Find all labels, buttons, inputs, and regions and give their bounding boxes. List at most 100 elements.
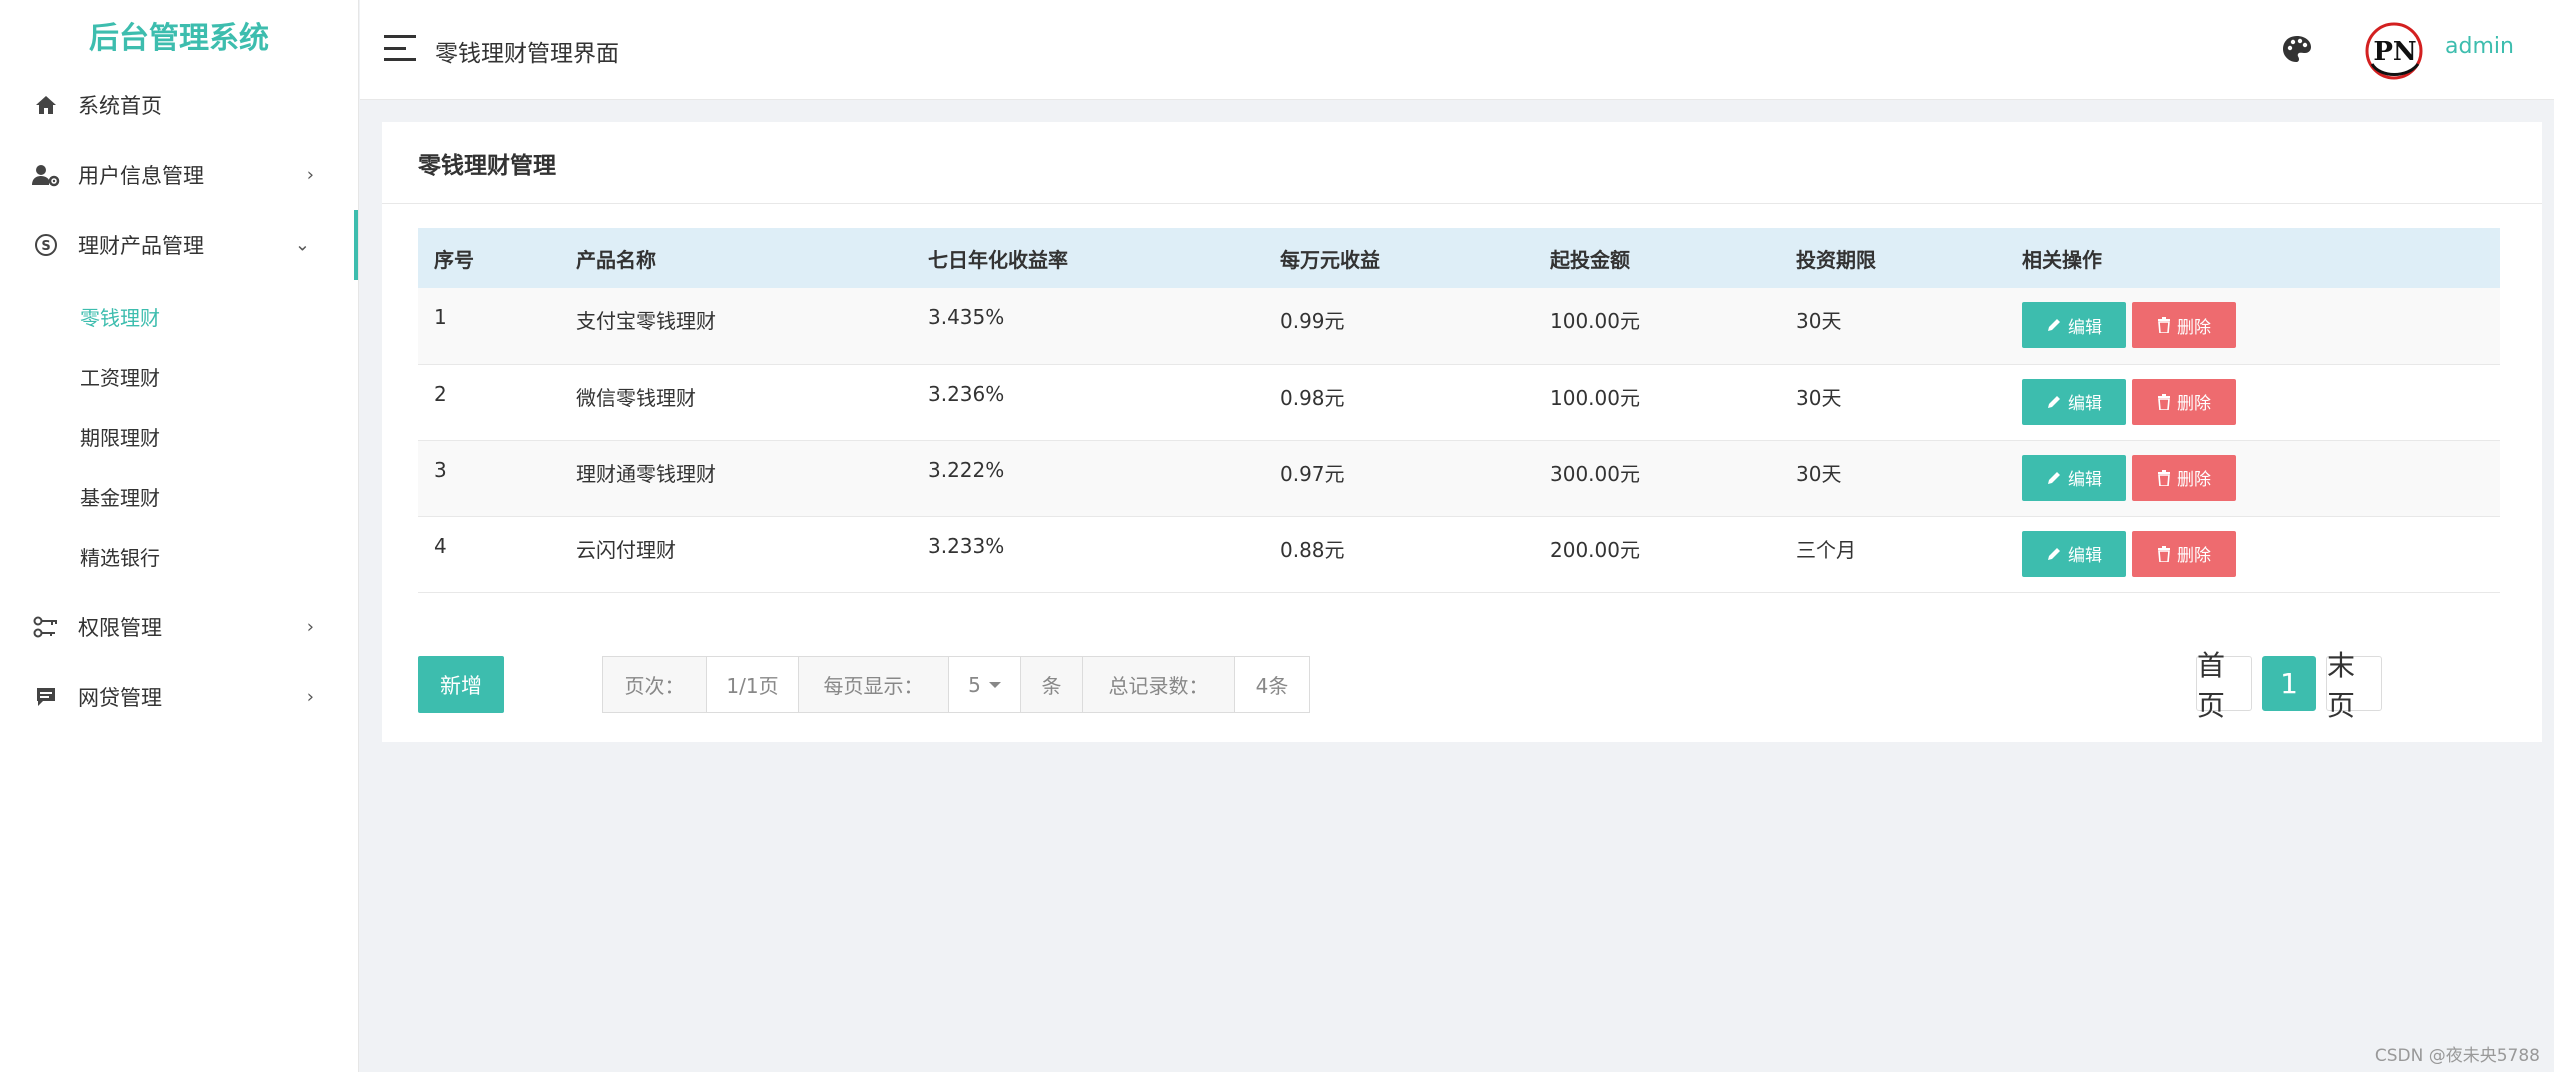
per-page-label: 每页显示： — [799, 657, 949, 712]
submenu-item-change-finance[interactable]: 零钱理财 — [0, 286, 358, 346]
cell-income: 0.99元 — [1264, 288, 1534, 365]
cell-actions: 编辑 删除 — [2006, 440, 2500, 517]
key-icon — [32, 613, 60, 641]
sidebar-item-label: 理财产品管理 — [78, 234, 204, 258]
user-name[interactable]: admin — [2445, 34, 2514, 59]
delete-button[interactable]: 删除 — [2132, 454, 2236, 501]
cell-term: 30天 — [1780, 440, 2006, 517]
cell-income: 0.97元 — [1264, 440, 1534, 517]
cell-no: 2 — [418, 364, 560, 441]
delete-button[interactable]: 删除 — [2132, 378, 2236, 425]
edit-button[interactable]: 编辑 — [2022, 378, 2126, 425]
submenu-item-salary-finance[interactable]: 工资理财 — [0, 346, 358, 406]
cell-term: 30天 — [1780, 288, 2006, 365]
palette-icon[interactable] — [2280, 32, 2314, 66]
submenu-item-selected-bank[interactable]: 精选银行 — [0, 526, 358, 586]
svg-text:S: S — [41, 239, 50, 254]
first-page-button[interactable]: 首页 — [2196, 649, 2252, 722]
cell-min-amount: 100.00元 — [1534, 288, 1780, 365]
sidebar-item-loans[interactable]: 网贷管理 › — [0, 662, 358, 732]
cell-rate: 3.222% — [912, 440, 1264, 517]
col-header-min-amount: 起投金额 — [1534, 228, 1780, 288]
sidebar-item-label: 权限管理 — [78, 616, 162, 640]
cell-name: 云闪付理财 — [560, 516, 912, 593]
per-page-unit: 条 — [1021, 657, 1083, 712]
sidebar-item-home[interactable]: 系统首页 — [0, 70, 358, 140]
sidebar-item-label: 网贷管理 — [78, 686, 162, 710]
edit-button[interactable]: 编辑 — [2022, 530, 2126, 577]
content-card: 零钱理财管理 序号 产品名称 七日年化收益率 每万元收益 起投金额 投资期限 相… — [382, 122, 2542, 742]
total-value: 4条 — [1255, 674, 1289, 698]
edit-button[interactable]: 编辑 — [2022, 454, 2126, 501]
chevron-right-icon: › — [306, 616, 314, 638]
cell-no: 4 — [418, 516, 560, 593]
per-page-select[interactable]: 5 — [949, 657, 1021, 712]
sidebar-item-label: 系统首页 — [78, 94, 162, 118]
pencil-icon — [2046, 317, 2062, 333]
trash-icon — [2157, 317, 2171, 333]
delete-button[interactable]: 删除 — [2132, 530, 2236, 577]
cell-min-amount: 100.00元 — [1534, 364, 1780, 441]
sidebar-item-permissions[interactable]: 权限管理 › — [0, 592, 358, 662]
col-header-rate: 七日年化收益率 — [912, 228, 1264, 288]
card-title: 零钱理财管理 — [382, 122, 2542, 204]
avatar[interactable]: PN — [2360, 20, 2430, 82]
cell-term: 30天 — [1780, 364, 2006, 441]
delete-button[interactable]: 删除 — [2132, 302, 2236, 348]
cell-actions: 编辑 删除 — [2006, 516, 2500, 593]
cell-rate: 3.435% — [912, 288, 1264, 365]
table-row: 4 云闪付理财 3.233% 0.88元 200.00元 三个月 编辑 删除 — [418, 516, 2500, 593]
cell-rate: 3.236% — [912, 364, 1264, 441]
col-header-name: 产品名称 — [560, 228, 912, 288]
user-gear-icon — [32, 161, 60, 189]
menu-toggle-icon[interactable] — [384, 35, 416, 61]
page-value: 1/1页 — [707, 657, 799, 712]
cell-no: 1 — [418, 288, 560, 365]
table-header-row: 序号 产品名称 七日年化收益率 每万元收益 起投金额 投资期限 相关操作 — [418, 228, 2500, 288]
cell-actions: 编辑 删除 — [2006, 288, 2500, 365]
cell-name: 理财通零钱理财 — [560, 440, 912, 517]
pencil-icon — [2046, 394, 2062, 410]
app-title: 后台管理系统 — [89, 21, 269, 56]
cell-no: 3 — [418, 440, 560, 517]
add-button[interactable]: 新增 — [418, 656, 504, 713]
cell-actions: 编辑 删除 — [2006, 364, 2500, 441]
cell-term: 三个月 — [1780, 516, 2006, 593]
col-header-actions: 相关操作 — [2006, 228, 2500, 288]
cell-name: 微信零钱理财 — [560, 364, 912, 441]
col-header-no: 序号 — [418, 228, 560, 288]
message-icon — [32, 683, 60, 711]
home-icon — [32, 91, 60, 119]
chevron-down-icon: ⌄ — [294, 234, 310, 256]
sidebar-item-finance-products[interactable]: S 理财产品管理 ⌄ — [0, 210, 358, 280]
chevron-right-icon: › — [306, 164, 314, 186]
trash-icon — [2157, 469, 2171, 486]
finance-icon: S — [32, 231, 60, 259]
submenu-item-fund-finance[interactable]: 基金理财 — [0, 466, 358, 526]
product-table: 序号 产品名称 七日年化收益率 每万元收益 起投金额 投资期限 相关操作 1 支… — [418, 228, 2500, 593]
cell-min-amount: 300.00元 — [1534, 440, 1780, 517]
page-title: 零钱理财管理界面 — [435, 41, 619, 67]
caret-down-icon — [988, 681, 1001, 688]
cell-income: 0.98元 — [1264, 364, 1534, 441]
sidebar: 后台管理系统 系统首页 用户信息管理 › S 理财产品管理 ⌄ 零钱理财 工资理… — [0, 0, 359, 1072]
sidebar-item-user-info[interactable]: 用户信息管理 › — [0, 140, 358, 210]
trash-icon — [2157, 393, 2171, 410]
finance-submenu: 零钱理财 工资理财 期限理财 基金理财 精选银行 — [0, 280, 358, 592]
submenu-item-term-finance[interactable]: 期限理财 — [0, 406, 358, 466]
chevron-right-icon: › — [306, 686, 314, 708]
sidebar-item-label: 用户信息管理 — [78, 164, 204, 188]
avatar-text: PN — [2373, 37, 2416, 67]
pagination: 首页 1 末页 — [2196, 649, 2392, 722]
cell-income: 0.88元 — [1264, 516, 1534, 593]
edit-button[interactable]: 编辑 — [2022, 302, 2126, 348]
page-button-1[interactable]: 1 — [2262, 656, 2316, 711]
col-header-term: 投资期限 — [1780, 228, 2006, 288]
table-row: 3 理财通零钱理财 3.222% 0.97元 300.00元 30天 编辑 删除 — [418, 440, 2500, 517]
cell-rate: 3.233% — [912, 516, 1264, 593]
pencil-icon — [2046, 470, 2062, 486]
total-label: 总记录数： — [1083, 657, 1235, 712]
cell-name: 支付宝零钱理财 — [560, 288, 912, 365]
last-page-button[interactable]: 末页 — [2326, 649, 2382, 722]
cell-min-amount: 200.00元 — [1534, 516, 1780, 593]
